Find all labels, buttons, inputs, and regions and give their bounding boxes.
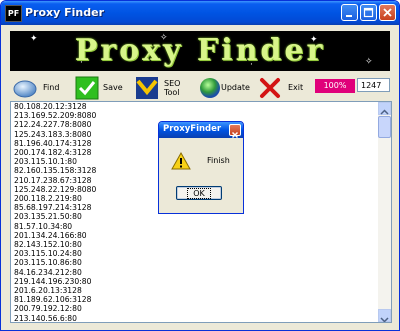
proxy-list-item[interactable]: 84.16.234.212:80	[14, 268, 96, 277]
maximize-button[interactable]	[360, 4, 377, 21]
proxy-list-item[interactable]: 210.17.238.67:3128	[14, 176, 96, 185]
exit-x-icon	[260, 78, 280, 98]
scroll-up-button[interactable]	[378, 102, 391, 115]
main-window: PF Proxy Finder Proxy Finder ✦ · ✧ · ✦ ✧…	[0, 0, 400, 331]
proxy-list-item[interactable]: 203.115.10.86:80	[14, 258, 96, 267]
proxy-list-item[interactable]: 200.174.182.4:3128	[14, 148, 96, 157]
close-icon	[231, 131, 239, 139]
scroll-down-button[interactable]	[378, 309, 391, 322]
scroll-thumb[interactable]	[378, 116, 391, 138]
sparkle-icon: ✧	[365, 57, 373, 67]
proxy-list-item[interactable]: 81.189.62.106:3128	[14, 295, 96, 304]
proxy-list-item[interactable]: 213.140.56.6:80	[14, 314, 96, 322]
minimize-button[interactable]	[341, 4, 358, 21]
find-label: Find	[43, 83, 60, 92]
ok-label: OK	[187, 188, 211, 199]
sparkle-icon: ·	[250, 60, 253, 70]
sparkle-icon: ✦	[310, 35, 318, 45]
proxy-list-item[interactable]: 203.135.21.50:80	[14, 212, 96, 221]
close-icon	[383, 8, 392, 17]
globe-icon	[200, 78, 220, 98]
exit-label: Exit	[288, 83, 304, 92]
warning-icon	[171, 152, 191, 170]
vertical-scrollbar[interactable]	[378, 102, 391, 322]
find-button[interactable]: Find	[13, 76, 63, 100]
app-icon: PF	[5, 5, 22, 22]
save-label: Save	[103, 83, 123, 92]
maximize-icon	[363, 7, 374, 18]
exit-button[interactable]: Exit	[258, 76, 306, 100]
proxy-list-item[interactable]: 82.160.135.158:3128	[14, 166, 96, 175]
proxy-list-item[interactable]: 125.248.22.129:8080	[14, 185, 96, 194]
sparkle-icon: ✦	[30, 34, 38, 44]
find-icon	[13, 80, 37, 98]
dialog-title: ProxyFinder	[163, 124, 222, 134]
window-title: Proxy Finder	[25, 6, 105, 19]
banner-logo-text: Proxy Finder	[74, 33, 326, 68]
update-label: Update	[221, 83, 250, 92]
proxy-list-item[interactable]: 81.196.40.174:3128	[14, 139, 96, 148]
banner: Proxy Finder ✦ · ✧ · ✦ ✧	[10, 31, 390, 71]
title-bar[interactable]: PF Proxy Finder	[1, 1, 399, 25]
proxy-list-item[interactable]: 203.115.10.1:80	[14, 157, 96, 166]
seo-tool-button[interactable]: SEO Tool	[135, 76, 187, 100]
proxy-list-item[interactable]: 85.68.197.214:3128	[14, 203, 96, 212]
proxy-list-item[interactable]: 212.24.227.78:8080	[14, 120, 96, 129]
dialog-title-bar[interactable]: ProxyFinder	[159, 122, 243, 139]
seo-label-line2: Tool	[164, 88, 180, 97]
proxy-list-item[interactable]: 82.143.152.10:80	[14, 240, 96, 249]
proxy-list: 80.108.20.12:3128 213.169.52.209:8080 212.…	[14, 102, 96, 322]
proxy-count-field[interactable]: 1247	[357, 78, 390, 92]
update-button[interactable]: Update	[198, 76, 252, 100]
checkmark-icon	[75, 76, 99, 100]
ok-button[interactable]: OK	[176, 186, 222, 200]
close-button[interactable]	[379, 4, 396, 21]
proxy-list-item[interactable]: 203.115.10.24:80	[14, 249, 96, 258]
save-button[interactable]: Save	[75, 76, 123, 100]
seo-tool-icon	[136, 77, 158, 99]
minimize-icon	[346, 15, 352, 17]
chevron-down-icon	[380, 317, 389, 322]
proxy-list-item[interactable]: 200.79.192.12:80	[14, 304, 96, 313]
proxy-list-item[interactable]: 125.243.183.3:8080	[14, 130, 96, 139]
proxy-list-item[interactable]: 200.118.2.219:80	[14, 194, 96, 203]
proxy-list-item[interactable]: 201.6.20.13:3128	[14, 286, 96, 295]
proxy-list-item[interactable]: 80.108.20.12:3128	[14, 102, 96, 111]
seo-label-line1: SEO	[164, 79, 181, 88]
sparkle-icon: ·	[80, 58, 83, 68]
dialog-message: Finish	[207, 156, 230, 165]
proxy-list-item[interactable]: 81.57.10.34:80	[14, 222, 96, 231]
progress-indicator: 100%	[315, 79, 355, 93]
message-dialog: ProxyFinder Finish OK	[158, 121, 244, 214]
sparkle-icon: ✧	[160, 33, 168, 43]
proxy-list-item[interactable]: 201.134.24.166:80	[14, 231, 96, 240]
dialog-close-button[interactable]	[229, 124, 241, 139]
proxy-list-item[interactable]: 219.144.196.230:80	[14, 277, 96, 286]
proxy-list-item[interactable]: 213.169.52.209:8080	[14, 111, 96, 120]
